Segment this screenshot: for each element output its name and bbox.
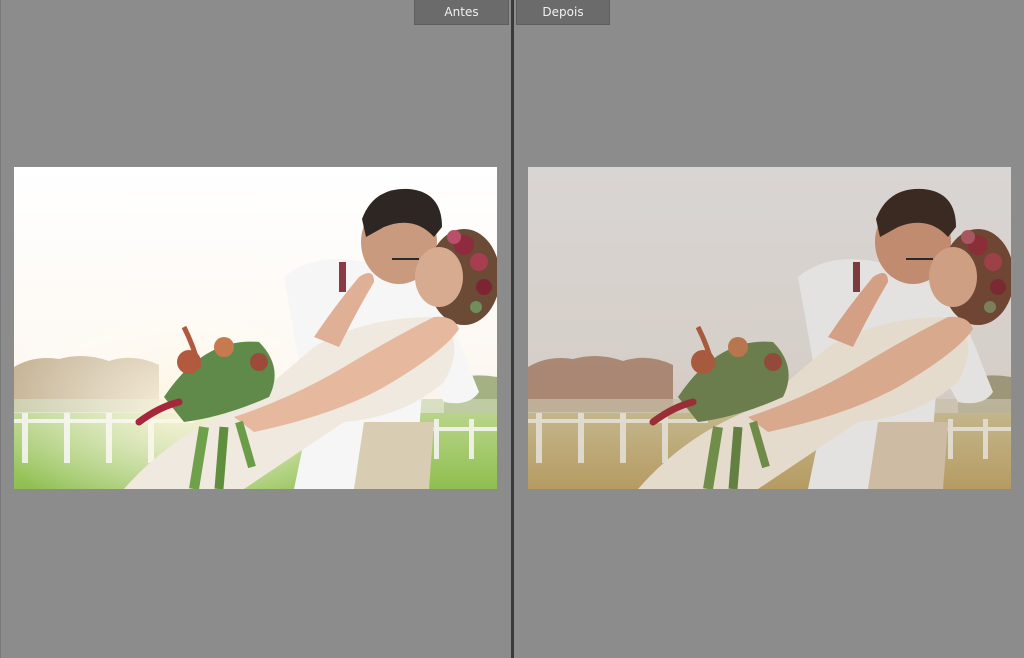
- after-label: Depois: [516, 0, 610, 25]
- wedding-couple-photo-before: [14, 167, 497, 489]
- before-photo: [14, 167, 497, 489]
- wedding-couple-photo-after: [528, 167, 1011, 489]
- before-pane: [0, 0, 511, 658]
- before-after-viewer: Antes Depois: [0, 0, 1024, 658]
- after-photo: [528, 167, 1011, 489]
- before-label: Antes: [414, 0, 509, 25]
